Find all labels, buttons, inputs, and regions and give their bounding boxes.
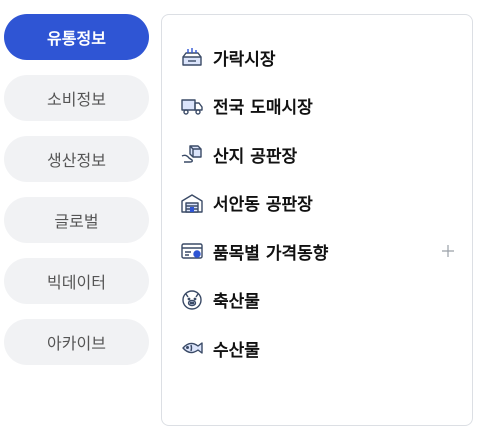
menu-item-seoandong-auction[interactable]: 서안동 공판장: [180, 179, 456, 228]
box-hand-icon: [180, 142, 204, 166]
truck-icon: [180, 94, 204, 118]
menu-item-label: 전국 도매시장: [213, 98, 313, 119]
menu-item-label: 수산물: [213, 340, 260, 361]
menu-item-label: 품목별 가격동향: [213, 243, 329, 264]
menu-item-origin-auction[interactable]: 산지 공판장: [180, 130, 456, 179]
menu-item-label: 가락시장: [213, 49, 276, 70]
tab-distribution-info[interactable]: 유통정보: [4, 14, 149, 60]
market-icon: [180, 45, 204, 69]
fish-icon: [180, 336, 204, 360]
menu-item-label: 서안동 공판장: [213, 195, 313, 216]
tab-consumption-info[interactable]: 소비정보: [4, 75, 149, 121]
submenu-list: 가락시장 전국 도매시장 산지 공판장 서안동 공판장 품목별 가격동향 축산물…: [180, 33, 456, 373]
menu-item-garak-market[interactable]: 가락시장: [180, 33, 456, 82]
menu-item-seafood[interactable]: 수산물: [180, 324, 456, 373]
tab-archive[interactable]: 아카이브: [4, 319, 149, 365]
expand-plus-icon[interactable]: [440, 243, 456, 259]
submenu-panel: 가락시장 전국 도매시장 산지 공판장 서안동 공판장 품목별 가격동향 축산물…: [161, 14, 473, 426]
menu-item-national-wholesale[interactable]: 전국 도매시장: [180, 82, 456, 131]
tab-big-data[interactable]: 빅데이터: [4, 258, 149, 304]
pig-icon: [180, 288, 204, 312]
menu-item-price-trend[interactable]: 품목별 가격동향: [180, 227, 456, 276]
menu-item-livestock[interactable]: 축산물: [180, 276, 456, 325]
tab-production-info[interactable]: 생산정보: [4, 136, 149, 182]
category-tabs: 유통정보 소비정보 생산정보 글로벌 빅데이터 아카이브: [4, 14, 149, 380]
warehouse-icon: [180, 191, 204, 215]
price-card-icon: [180, 239, 204, 263]
menu-item-label: 산지 공판장: [213, 146, 298, 167]
tab-global[interactable]: 글로벌: [4, 197, 149, 243]
menu-item-label: 축산물: [213, 292, 260, 313]
